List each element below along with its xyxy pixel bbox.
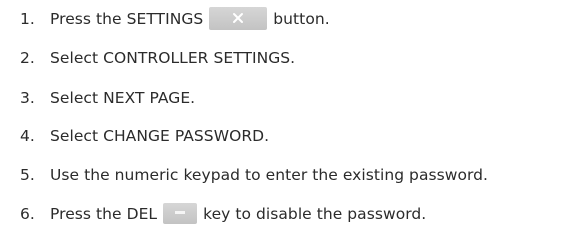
step-number: 5. bbox=[20, 166, 35, 184]
step-text: Select CHANGE PASSWORD. bbox=[50, 127, 270, 145]
step-1: 1. Press the SETTINGS button. bbox=[0, 4, 330, 34]
step-5: 5. Use the numeric keypad to enter the e… bbox=[0, 160, 488, 190]
step-number: 4. bbox=[20, 127, 35, 145]
step-number: 3. bbox=[20, 89, 35, 107]
step-text-post: button. bbox=[273, 10, 330, 28]
step-text: Select NEXT PAGE. bbox=[50, 89, 196, 107]
step-4: 4. Select CHANGE PASSWORD. bbox=[0, 121, 269, 151]
step-6: 6. Press the DEL key to disable the pass… bbox=[0, 199, 426, 229]
del-key-label-mark bbox=[175, 210, 186, 214]
settings-button-icon bbox=[209, 6, 268, 30]
step-text-pre: Press the SETTINGS bbox=[50, 10, 204, 28]
step-number: 2. bbox=[20, 49, 35, 67]
step-3: 3. Select NEXT PAGE. bbox=[0, 83, 195, 113]
step-text-pre: Press the DEL bbox=[50, 205, 158, 223]
step-2: 2. Select CONTROLLER SETTINGS. bbox=[0, 43, 295, 73]
step-text: Select CONTROLLER SETTINGS. bbox=[50, 49, 296, 67]
instruction-steps: 1. Press the SETTINGS button. 2. Select … bbox=[0, 0, 588, 240]
step-number: 6. bbox=[20, 205, 35, 223]
tools-icon bbox=[233, 12, 244, 23]
step-text-post: key to disable the password. bbox=[203, 205, 427, 223]
step-text: Use the numeric keypad to enter the exis… bbox=[50, 166, 489, 184]
del-key-icon bbox=[163, 202, 198, 224]
step-number: 1. bbox=[20, 10, 35, 28]
